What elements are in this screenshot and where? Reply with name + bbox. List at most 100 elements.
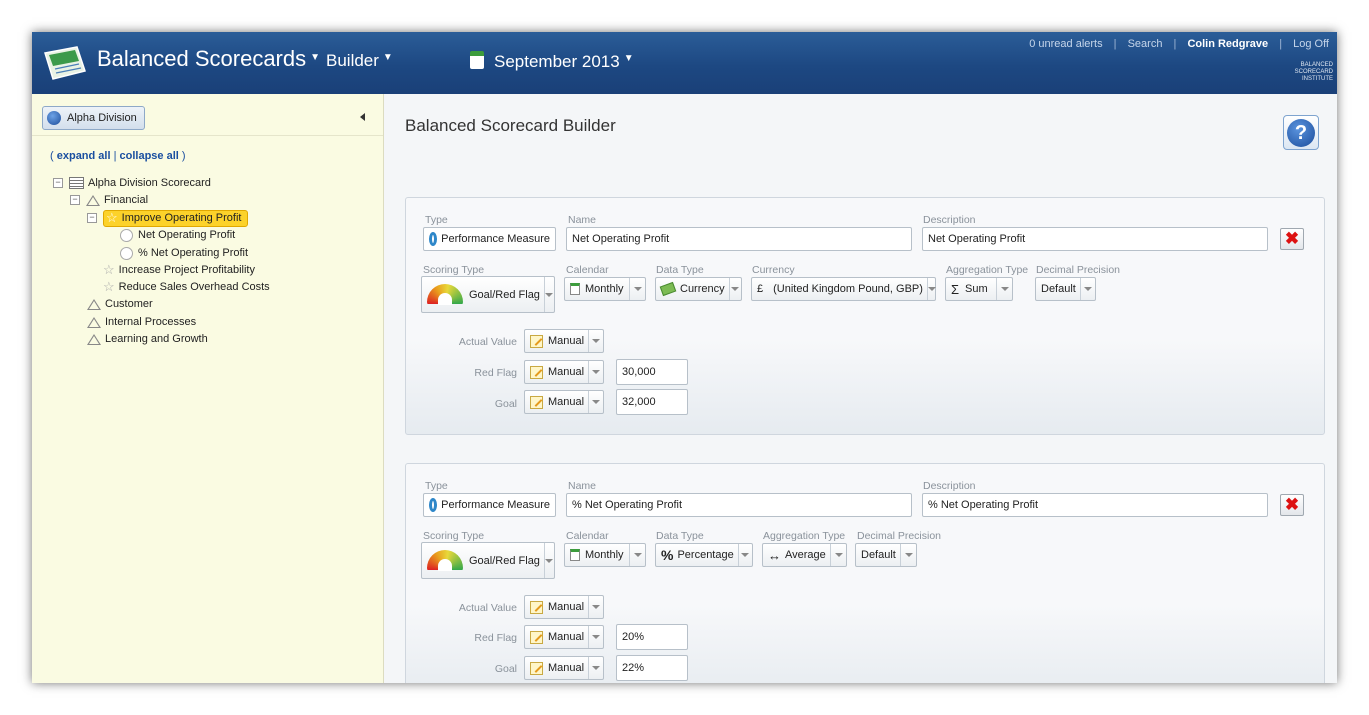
type-label: Type: [425, 214, 448, 226]
tree-node-customer[interactable]: Customer: [87, 296, 153, 312]
collapse-all-link[interactable]: collapse all: [120, 150, 179, 162]
data-type-dropdown[interactable]: % Percentage: [655, 543, 753, 567]
perspective-icon: [87, 298, 101, 310]
selected-node[interactable]: ☆ Improve Operating Profit: [103, 209, 248, 227]
chevron-down-icon: [588, 657, 603, 679]
source-value: Manual: [548, 662, 585, 674]
collapse-sidebar-icon[interactable]: [360, 113, 365, 121]
measure-panel: Type Name Description Performance Measur…: [405, 463, 1325, 683]
expand-collapse-links: ( expand all | collapse all ): [50, 150, 186, 162]
percent-icon: %: [661, 547, 674, 563]
top-links: 0 unread alerts | Search | Colin Redgrav…: [1021, 38, 1329, 50]
name-input[interactable]: % Net Operating Profit: [566, 493, 912, 517]
delete-measure-button[interactable]: ✖: [1280, 228, 1304, 250]
tree-node-label: Net Operating Profit: [138, 229, 236, 241]
tree-node-increase-project-profitability[interactable]: ☆ Increase Project Profitability: [103, 262, 255, 278]
tree-node-learning-growth[interactable]: Learning and Growth: [87, 331, 208, 347]
goal-input[interactable]: 32,000: [616, 389, 688, 415]
tree-node-financial[interactable]: − Financial: [70, 192, 148, 208]
decimal-precision-value: Default: [1041, 283, 1076, 295]
type-selector[interactable]: Performance Measure: [423, 493, 556, 517]
help-button[interactable]: ?: [1283, 115, 1319, 150]
chevron-down-icon: [588, 361, 603, 383]
description-label: Description: [923, 214, 976, 226]
chevron-down-icon: [588, 391, 603, 413]
star-icon: ☆: [103, 262, 115, 277]
goal-input[interactable]: 22%: [616, 655, 688, 681]
logoff-link[interactable]: Log Off: [1293, 38, 1329, 50]
name-input[interactable]: Net Operating Profit: [566, 227, 912, 251]
pencil-icon: [530, 630, 543, 644]
tree-node-internal-processes[interactable]: Internal Processes: [87, 314, 196, 330]
gauge-icon: [427, 283, 463, 306]
actual-value-source-dropdown[interactable]: Manual: [524, 595, 604, 619]
goal-source-dropdown[interactable]: Manual: [524, 390, 604, 414]
close-icon: ✖: [1284, 229, 1300, 248]
chevron-down-icon: [629, 278, 645, 300]
red-flag-input[interactable]: 30,000: [616, 359, 688, 385]
data-type-dropdown[interactable]: Currency: [655, 277, 742, 301]
tree-node-reduce-sales-overhead[interactable]: ☆ Reduce Sales Overhead Costs: [103, 279, 270, 295]
type-selector[interactable]: Performance Measure: [423, 227, 556, 251]
sigma-icon: Σ: [951, 281, 960, 297]
app-window: Balanced Scorecards ▼ Builder ▼ September …: [32, 32, 1337, 683]
search-link[interactable]: Search: [1128, 38, 1163, 50]
red-flag-source-dropdown[interactable]: Manual: [524, 625, 604, 649]
expand-all-link[interactable]: expand all: [57, 150, 111, 162]
user-link[interactable]: Colin Redgrave: [1187, 38, 1268, 50]
scorecard-app-icon: [44, 46, 86, 80]
description-input[interactable]: Net Operating Profit: [922, 227, 1268, 251]
decimal-precision-dropdown[interactable]: Default: [855, 543, 917, 567]
calendar-dropdown[interactable]: Monthly: [564, 277, 646, 301]
currency-icon: [659, 281, 677, 297]
red-flag-source-dropdown[interactable]: Manual: [524, 360, 604, 384]
scoring-type-dropdown[interactable]: Goal/Red Flag: [421, 542, 555, 579]
collapse-toggle-icon[interactable]: −: [87, 213, 97, 223]
pencil-icon: [530, 661, 543, 675]
tree-node-pct-net-operating-profit[interactable]: % Net Operating Profit: [120, 245, 248, 261]
name-label: Name: [568, 480, 597, 492]
goal-source-dropdown[interactable]: Manual: [524, 656, 604, 680]
aggregation-type-label: Aggregation Type: [946, 264, 1029, 276]
tree-node-net-operating-profit[interactable]: Net Operating Profit: [120, 227, 235, 243]
chevron-down-icon: ▼: [382, 52, 393, 63]
scoring-type-dropdown[interactable]: Goal/Red Flag: [421, 276, 555, 313]
red-flag-input[interactable]: 20%: [616, 624, 688, 650]
aggregation-dropdown[interactable]: ↔ Average: [762, 543, 847, 567]
aggregation-value: Sum: [965, 283, 988, 295]
tree-node-label: Learning and Growth: [105, 333, 208, 345]
calendar-dropdown[interactable]: Monthly: [564, 543, 646, 567]
scorecard-icon: [69, 177, 84, 189]
aggregation-dropdown[interactable]: Σ Sum: [945, 277, 1013, 301]
description-input[interactable]: % Net Operating Profit: [922, 493, 1268, 517]
month-menu[interactable]: September 2013 ▼: [470, 51, 634, 72]
decimal-precision-value: Default: [861, 549, 896, 561]
star-icon: ☆: [103, 279, 115, 294]
data-type-value: Currency: [680, 283, 725, 295]
app-title: Balanced Scorecards: [97, 46, 307, 71]
decimal-precision-label: Decimal Precision: [1036, 264, 1121, 276]
collapse-toggle-icon[interactable]: −: [70, 195, 80, 205]
division-button[interactable]: Alpha Division: [42, 106, 145, 130]
decimal-precision-dropdown[interactable]: Default: [1035, 277, 1096, 301]
actual-value-source-dropdown[interactable]: Manual: [524, 329, 604, 353]
pencil-icon: [530, 365, 543, 379]
builder-menu[interactable]: Builder ▼: [326, 51, 393, 71]
source-value: Manual: [548, 396, 585, 408]
type-value: Performance Measure: [441, 233, 550, 245]
calendar-value: Monthly: [585, 549, 624, 561]
alerts-link[interactable]: 0 unread alerts: [1029, 38, 1102, 50]
app-title-menu[interactable]: Balanced Scorecards ▼: [97, 46, 320, 72]
star-icon: ☆: [106, 210, 118, 225]
separator: |: [1279, 38, 1283, 50]
paren: ): [181, 150, 186, 162]
decimal-precision-label: Decimal Precision: [857, 530, 942, 542]
tree-node-improve-operating-profit[interactable]: − ☆ Improve Operating Profit: [87, 209, 248, 227]
logo-line: INSTITUTE: [1302, 76, 1333, 82]
currency-dropdown[interactable]: £ (United Kingdom Pound, GBP): [751, 277, 936, 301]
chevron-down-icon: ▼: [623, 53, 634, 64]
collapse-toggle-icon[interactable]: −: [53, 178, 63, 188]
delete-measure-button[interactable]: ✖: [1280, 494, 1304, 516]
data-type-label: Data Type: [656, 530, 704, 542]
tree-node-root[interactable]: − Alpha Division Scorecard: [53, 175, 211, 191]
